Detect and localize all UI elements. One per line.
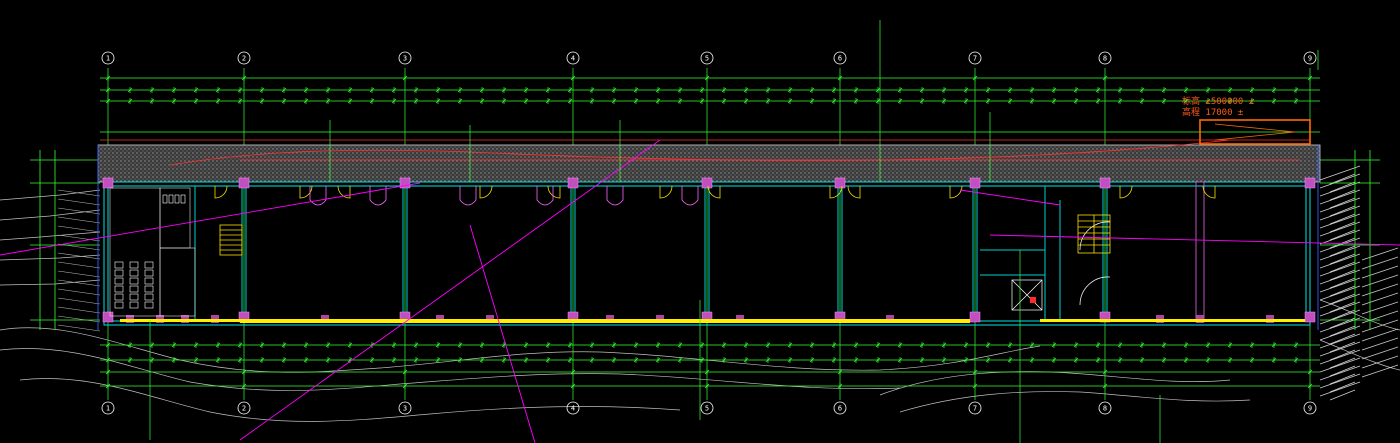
axis-label: 8 (1103, 55, 1107, 63)
column (834, 177, 846, 189)
axis-label: 4 (571, 55, 575, 63)
axis-label: 6 (838, 405, 842, 413)
column (969, 311, 981, 323)
axis-label: 5 (705, 405, 709, 413)
axis-label: 1 (106, 405, 110, 413)
axis-label: 7 (973, 405, 977, 413)
axis-label: 2 (242, 55, 246, 63)
axis-label: 4 (571, 405, 575, 413)
axis-label: 1 (106, 55, 110, 63)
elevation-note-line1: 标高 ±500000 ± (1182, 95, 1255, 107)
window-strip (120, 319, 240, 322)
axis-label: 2 (242, 405, 246, 413)
axis-label: 3 (403, 405, 407, 413)
elevation-note-line2: 高程 17000 ± (1182, 106, 1244, 118)
column (102, 177, 114, 189)
shaft-marker (1030, 297, 1036, 303)
cad-floor-plan: 1 1 2 2 3 3 4 4 5 5 6 6 7 7 8 8 9 9 标高 ±500000 ± 高程 17000… (0, 0, 1400, 443)
axis-label: 7 (973, 55, 977, 63)
column (1304, 311, 1316, 323)
window-strip (1040, 319, 1305, 322)
axis-label: 5 (705, 55, 709, 63)
axis-label: 6 (838, 55, 842, 63)
column (1304, 177, 1316, 189)
window-strip (240, 319, 970, 323)
axis-label: 3 (403, 55, 407, 63)
axis-label: 9 (1308, 55, 1312, 63)
column (1099, 177, 1111, 189)
column (567, 177, 579, 189)
column (238, 177, 250, 189)
column (701, 177, 713, 189)
corridor-band (97, 144, 1321, 183)
column (102, 311, 114, 323)
axis-label: 9 (1308, 405, 1312, 413)
axis-label: 8 (1103, 405, 1107, 413)
column (969, 177, 981, 189)
